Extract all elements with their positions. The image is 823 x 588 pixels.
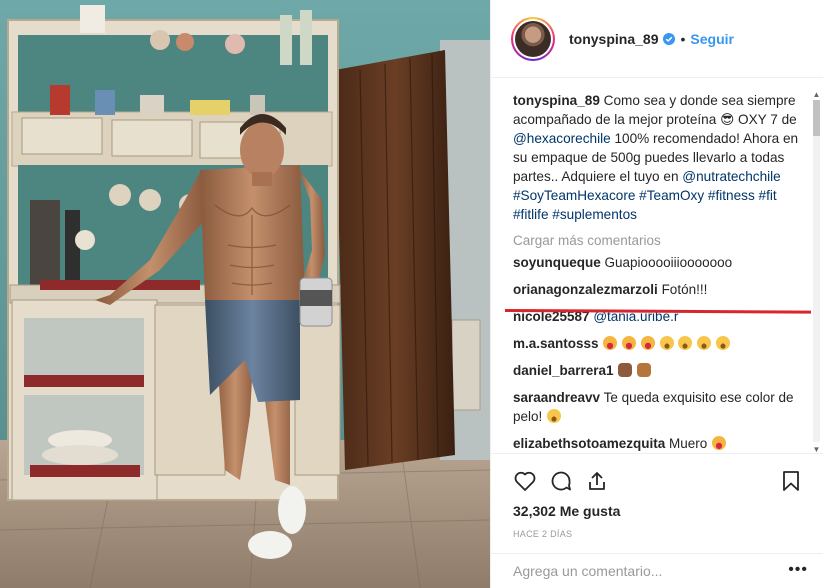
share-button[interactable] — [583, 467, 611, 495]
heart-eyes-emoji — [640, 336, 655, 350]
post-side-panel: tonyspina_89 • Seguir tonyspina_89 Como … — [490, 0, 823, 588]
caption-username[interactable]: tonyspina_89 — [513, 93, 600, 108]
mention-link[interactable]: @nutratechchile — [682, 169, 780, 184]
heart-eyes-emoji — [622, 336, 637, 350]
list-item: elizabethsotoamezquita Muero — [513, 434, 804, 453]
more-options-icon[interactable]: ••• — [788, 561, 808, 579]
comments-scrollbar[interactable]: ▲ ▼ — [812, 90, 821, 454]
comments-list[interactable]: tonyspina_89 Como sea y donde sea siempr… — [491, 78, 823, 453]
fist-emoji — [618, 363, 633, 377]
save-button[interactable] — [777, 467, 805, 495]
likes-count[interactable]: 32,302 Me gusta — [513, 503, 620, 519]
heart-eyes-emoji — [712, 436, 727, 450]
likes-number: 32,302 — [513, 503, 556, 519]
list-item: saraandreavv Te queda exquisito ese colo… — [513, 388, 804, 426]
header-separator: • — [680, 30, 686, 47]
list-item: orianagonzalezmarzoli Fotón!!! — [513, 280, 804, 299]
comment-text: Muero — [669, 436, 708, 451]
post-actions: 32,302 Me gusta HACE 2 DÍAS — [491, 453, 823, 553]
load-more-comments[interactable]: Cargar más comentarios — [513, 233, 804, 248]
scroll-track[interactable] — [813, 100, 820, 442]
follow-button[interactable]: Seguir — [690, 31, 734, 47]
list-item: daniel_barrera1 — [513, 361, 804, 380]
comment-input[interactable] — [513, 563, 763, 579]
comment-username[interactable]: m.a.santosss — [513, 336, 599, 351]
avatar[interactable] — [511, 16, 555, 61]
comment-text: Fotón!!! — [661, 282, 708, 297]
comment-icon — [551, 471, 571, 491]
smile-emoji — [659, 336, 674, 350]
smile-emoji — [678, 336, 693, 350]
like-button[interactable] — [511, 467, 539, 495]
comment-username[interactable]: saraandreavv — [513, 390, 600, 405]
scroll-thumb[interactable] — [813, 100, 820, 136]
hashtags[interactable]: #SoyTeamHexacore #TeamOxy #fitness #fit … — [513, 188, 777, 222]
header-username[interactable]: tonyspina_89 — [569, 31, 658, 47]
smile-emoji — [715, 336, 730, 350]
caption-text-2: OXY 7 de — [738, 112, 797, 127]
bookmark-icon — [783, 471, 799, 491]
comment-button[interactable] — [547, 467, 575, 495]
heart-eyes-emoji — [603, 336, 618, 350]
post-timestamp[interactable]: HACE 2 DÍAS — [513, 529, 572, 539]
smile-emoji — [697, 336, 712, 350]
comment-username[interactable]: daniel_barrera1 — [513, 363, 614, 378]
muscle-emoji — [637, 363, 652, 377]
list-item: soyunqueque Guapiooooiiiooooooo — [513, 253, 804, 272]
post-caption: tonyspina_89 Como sea y donde sea siempr… — [513, 91, 804, 224]
emoji-group — [602, 336, 730, 351]
comment-text: Guapiooooiiiooooooo — [604, 255, 733, 270]
post-photo[interactable] — [0, 0, 490, 588]
post-image — [0, 0, 490, 588]
share-icon — [589, 472, 605, 490]
heart-icon — [514, 471, 536, 491]
verified-icon — [663, 32, 676, 45]
emoji-group — [617, 363, 652, 378]
mention-link[interactable]: @hexacorechile — [513, 131, 611, 146]
scroll-up-icon[interactable]: ▲ — [812, 90, 821, 99]
post-header: tonyspina_89 • Seguir — [491, 0, 823, 78]
list-item: m.a.santosss — [513, 334, 804, 353]
comment-username[interactable]: elizabethsotoamezquita — [513, 436, 665, 451]
sunglasses-emoji: 😎 — [720, 112, 735, 127]
add-comment-bar: ••• — [491, 553, 823, 588]
comment-username[interactable]: soyunqueque — [513, 255, 601, 270]
comment-username[interactable]: orianagonzalezmarzoli — [513, 282, 658, 297]
likes-label: Me gusta — [559, 503, 621, 519]
smile-emoji — [547, 409, 562, 423]
